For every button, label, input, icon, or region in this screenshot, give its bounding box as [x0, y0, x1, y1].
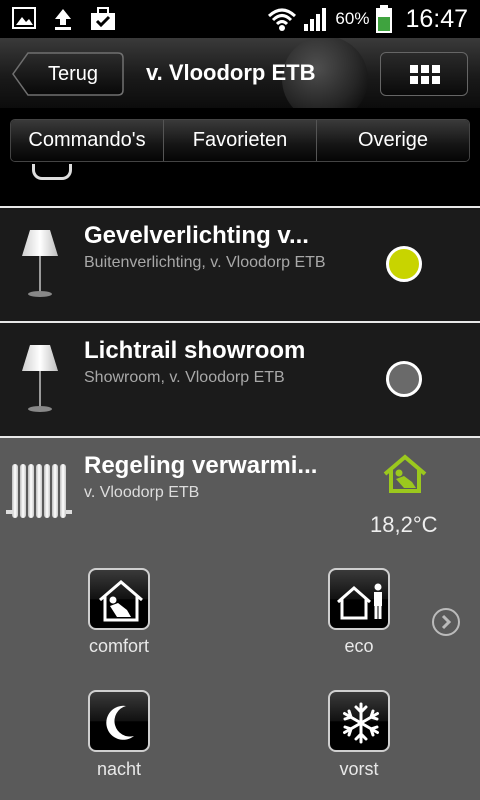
radiator-icon [6, 464, 72, 518]
grid-icon [410, 65, 440, 84]
battery-percent: 60% [335, 9, 370, 28]
eco-icon [337, 583, 382, 620]
temperature-value: 18,2°C [370, 512, 438, 537]
heating-subtitle: v. Vloodorp ETB [84, 484, 200, 501]
status-bar: 60% 16:47 [0, 0, 480, 38]
item-subtitle: Buitenverlichting, v. Vloodorp ETB [84, 254, 326, 271]
heating-panel: Regeling verwarmi... v. Vloodorp ETB 18,… [0, 438, 480, 800]
app-header: Terug v. Vloodorp ETB [0, 38, 480, 108]
comfort-status-icon[interactable] [382, 454, 428, 494]
floor-lamp-icon [22, 230, 58, 297]
wifi-icon [268, 8, 297, 31]
item-title: Lichtrail showroom [84, 337, 306, 364]
vorst-label: vorst [339, 759, 379, 779]
tab-overige[interactable]: Overige [317, 120, 469, 161]
next-button[interactable] [432, 608, 460, 636]
chevron-right-icon [441, 614, 452, 630]
list-item[interactable]: Lichtrail showroom Showroom, v. Vloodorp… [0, 323, 480, 436]
nacht-button[interactable] [88, 690, 150, 752]
comfort-icon [99, 580, 143, 622]
moon-icon [106, 705, 134, 740]
briefcase-check-icon [91, 7, 115, 30]
back-label: Terug [48, 63, 99, 85]
upload-icon [55, 9, 71, 30]
comfort-label: comfort [88, 636, 149, 656]
comfort-button[interactable] [88, 568, 150, 630]
partial-item-icon [32, 164, 72, 180]
eco-label: eco [344, 636, 374, 656]
floor-lamp-icon [22, 345, 58, 412]
signal-icon [304, 8, 327, 31]
menu-button[interactable] [380, 52, 468, 96]
status-indicator[interactable] [386, 361, 422, 397]
status-indicator[interactable] [386, 246, 422, 282]
nacht-label: nacht [96, 759, 142, 779]
snowflake-icon [343, 702, 379, 744]
clock: 16:47 [405, 4, 468, 33]
item-title: Gevelverlichting v... [84, 222, 309, 249]
tab-bar: Commando's Favorieten Overige [10, 119, 470, 162]
back-button[interactable]: Terug [12, 52, 124, 96]
eco-button[interactable] [328, 568, 390, 630]
tab-commandos[interactable]: Commando's [11, 120, 164, 161]
list-item[interactable]: Gevelverlichting v... Buitenverlichting,… [0, 208, 480, 321]
tab-favorieten[interactable]: Favorieten [164, 120, 317, 161]
item-subtitle: Showroom, v. Vloodorp ETB [84, 369, 285, 386]
page-title: v. Vloodorp ETB [146, 60, 316, 85]
image-icon [12, 7, 36, 29]
heating-title: Regeling verwarmi... [84, 452, 318, 479]
battery-icon [376, 5, 393, 33]
vorst-button[interactable] [328, 690, 390, 752]
